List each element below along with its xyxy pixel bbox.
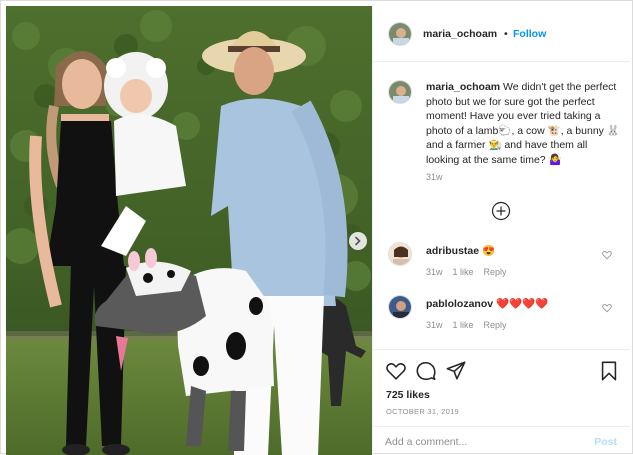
comment-username[interactable]: adribustae (426, 245, 479, 257)
comment-meta: 31w 1 like Reply (426, 267, 507, 277)
reply-button[interactable]: Reply (484, 267, 507, 277)
plus-circle-icon (491, 201, 511, 221)
caption-timestamp[interactable]: 31w (426, 172, 443, 182)
comment-likes-count[interactable]: 1 like (453, 320, 474, 330)
next-photo-button[interactable] (349, 232, 367, 250)
user-avatar-image (389, 243, 411, 265)
avatar[interactable] (388, 80, 412, 104)
separator-dot: • (504, 28, 508, 40)
comment-likes-count[interactable]: 1 like (453, 267, 474, 277)
comment-body: 😍 (482, 245, 496, 257)
post-details-panel: maria_ochoam • Follow maria_ochoam We di… (372, 6, 630, 455)
caption-username[interactable]: maria_ochoam (426, 81, 500, 93)
avatar[interactable] (388, 295, 412, 319)
avatar[interactable] (388, 22, 412, 46)
instagram-post-window: maria_ochoam • Follow maria_ochoam We di… (0, 0, 633, 455)
post-author-username[interactable]: maria_ochoam (423, 28, 497, 40)
user-avatar-image (389, 296, 411, 318)
comment-timestamp[interactable]: 31w (426, 267, 443, 277)
avatar[interactable] (388, 242, 412, 266)
comment-text: pablolozanov ❤️❤️❤️❤️ (426, 297, 548, 310)
comment-heart-icon[interactable] (602, 250, 612, 260)
user-avatar-image (389, 23, 411, 45)
load-more-comments-button[interactable] (491, 201, 511, 221)
comment-body: ❤️❤️❤️❤️ (496, 298, 549, 310)
add-comment-bar: Post (373, 426, 630, 455)
caption-text: We didn't get the perfect photo but we f… (426, 81, 620, 166)
post-comment-button[interactable]: Post (594, 436, 617, 448)
family-costume-photo (6, 6, 372, 455)
paper-plane-icon[interactable] (445, 360, 467, 382)
user-avatar-image (389, 81, 411, 103)
comment-input[interactable] (385, 433, 575, 451)
bookmark-icon[interactable] (598, 360, 620, 382)
post-photo[interactable] (6, 6, 372, 455)
chevron-right-icon (355, 236, 361, 246)
comment-meta: 31w 1 like Reply (426, 320, 507, 330)
reply-button[interactable]: Reply (484, 320, 507, 330)
caption-text-block: maria_ochoam We didn't get the perfect p… (426, 80, 620, 167)
comment-item: adribustae 😍 31w 1 like Reply (388, 242, 620, 282)
follow-button[interactable]: Follow (513, 28, 546, 40)
comment-icon[interactable] (415, 360, 437, 382)
comment-item: pablolozanov ❤️❤️❤️❤️ 31w 1 like Reply (388, 295, 620, 335)
heart-icon[interactable] (385, 360, 407, 382)
likes-count[interactable]: 725 likes (386, 389, 430, 401)
comment-timestamp[interactable]: 31w (426, 320, 443, 330)
post-header: maria_ochoam • Follow (373, 6, 630, 62)
comment-text: adribustae 😍 (426, 244, 495, 257)
post-date[interactable]: OCTOBER 31, 2019 (386, 407, 459, 416)
comment-heart-icon[interactable] (602, 303, 612, 313)
comment-username[interactable]: pablolozanov (426, 298, 493, 310)
